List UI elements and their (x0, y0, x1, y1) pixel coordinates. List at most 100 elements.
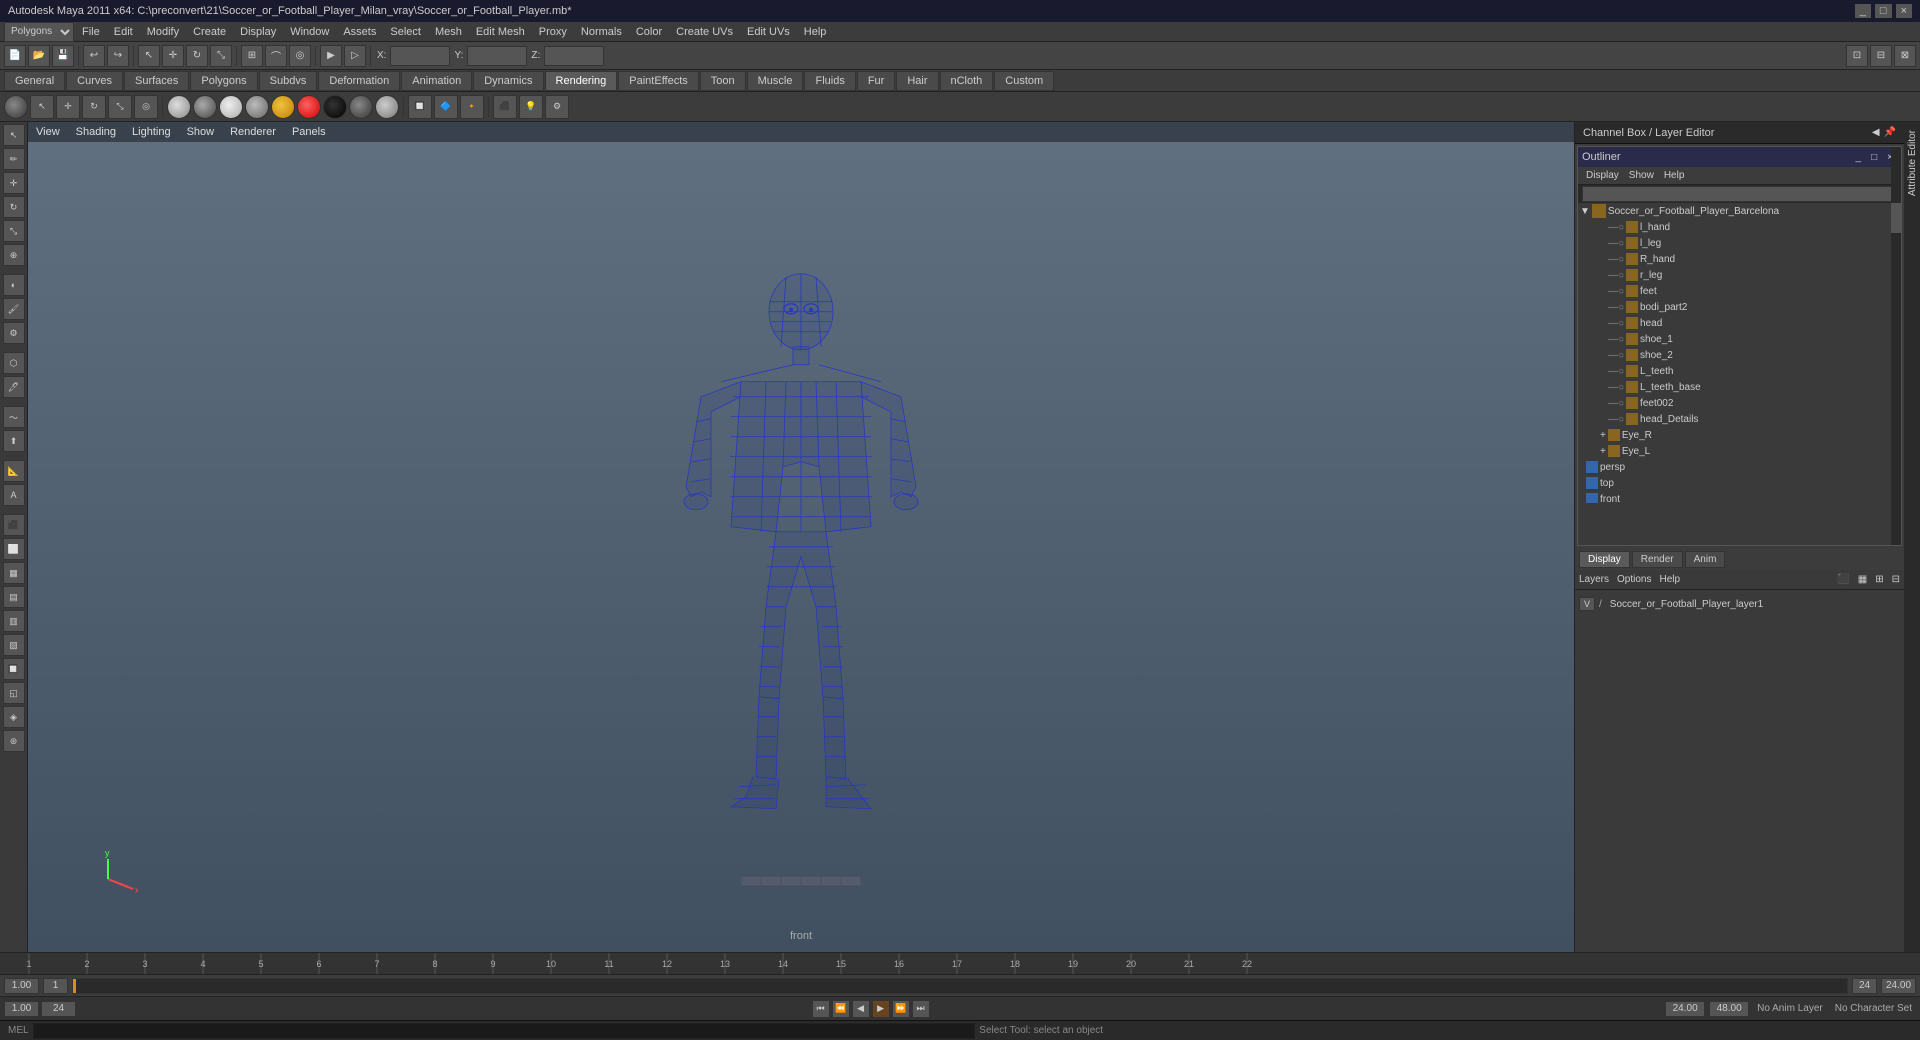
scale-btn[interactable]: ⤡ (210, 45, 232, 67)
max-time-input2[interactable]: 48.00 (1709, 1001, 1749, 1017)
save-file-btn[interactable]: 💾 (52, 45, 74, 67)
layout-btn2[interactable]: ⊟ (1870, 45, 1892, 67)
outliner-item-root[interactable]: ▼ Soccer_or_Football_Player_Barcelona (1578, 203, 1901, 219)
shelf-rotate[interactable]: ↻ (82, 95, 106, 119)
minimize-btn[interactable]: _ (1855, 4, 1871, 18)
tab-fluids[interactable]: Fluids (804, 71, 855, 91)
outliner-scrollbar[interactable] (1891, 147, 1901, 545)
cb-subtab-help[interactable]: Help (1659, 574, 1680, 585)
move-tool[interactable]: ✛ (3, 172, 25, 194)
curve-tool[interactable]: 〜 (3, 406, 25, 428)
shelf-showmanip[interactable]: ⚙ (545, 95, 569, 119)
menu-edit[interactable]: Edit (108, 25, 139, 39)
icon9[interactable]: ◈ (3, 706, 25, 728)
undo-btn[interactable]: ↩ (83, 45, 105, 67)
outliner-item-lleg[interactable]: —○ l_leg (1578, 235, 1901, 251)
viewport-panels-menu[interactable]: Panels (292, 126, 326, 138)
outliner-item-shoe2[interactable]: —○ shoe_2 (1578, 347, 1901, 363)
shelf-hypershade[interactable]: 🔲 (408, 95, 432, 119)
menu-help[interactable]: Help (798, 25, 833, 39)
menu-normals[interactable]: Normals (575, 25, 628, 39)
max-end-input[interactable]: 24.00 (1881, 978, 1916, 994)
step-fwd-btn[interactable]: ⏩ (892, 1000, 910, 1018)
tab-deformation[interactable]: Deformation (318, 71, 400, 91)
shelf-shader6[interactable] (297, 95, 321, 119)
layer-name[interactable]: Soccer_or_Football_Player_layer1 (1606, 599, 1900, 610)
x-input[interactable] (390, 46, 450, 66)
jump-end-btn[interactable]: ⏭ (912, 1000, 930, 1018)
menu-display[interactable]: Display (234, 25, 282, 39)
play-back-btn[interactable]: ◀ (852, 1000, 870, 1018)
y-input[interactable] (467, 46, 527, 66)
current-frame-input[interactable]: 1 (43, 978, 68, 994)
annotate-tool[interactable]: A (3, 484, 25, 506)
open-file-btn[interactable]: 📂 (28, 45, 50, 67)
tab-curves[interactable]: Curves (66, 71, 123, 91)
universal-tool[interactable]: ⊕ (3, 244, 25, 266)
shelf-ipr[interactable]: 🔸 (460, 95, 484, 119)
tab-fur[interactable]: Fur (857, 71, 896, 91)
cb-tab-anim[interactable]: Anim (1685, 551, 1726, 568)
tab-ncloth[interactable]: nCloth (940, 71, 994, 91)
menu-mesh[interactable]: Mesh (429, 25, 468, 39)
menu-select[interactable]: Select (384, 25, 427, 39)
extrude-tool[interactable]: ⬆ (3, 430, 25, 452)
tab-surfaces[interactable]: Surfaces (124, 71, 189, 91)
icon4[interactable]: ▤ (3, 586, 25, 608)
viewport-lighting-menu[interactable]: Lighting (132, 126, 171, 138)
menu-edituvs[interactable]: Edit UVs (741, 25, 796, 39)
outliner-item-headdetails[interactable]: —○ head_Details (1578, 411, 1901, 427)
viewport-show-menu[interactable]: Show (187, 126, 215, 138)
cb-tab-render[interactable]: Render (1632, 551, 1683, 568)
outliner-item-bodi[interactable]: —○ bodi_part2 (1578, 299, 1901, 315)
measure-tool[interactable]: 📐 (3, 460, 25, 482)
icon6[interactable]: ▧ (3, 634, 25, 656)
shelf-arrow[interactable]: ↖ (30, 95, 54, 119)
sculpt[interactable]: 🖌 (3, 298, 25, 320)
shelf-sphere[interactable] (4, 95, 28, 119)
select-btn[interactable]: ↖ (138, 45, 160, 67)
timeline-track[interactable] (72, 978, 1848, 994)
rotate-tool[interactable]: ↻ (3, 196, 25, 218)
icon7[interactable]: 🔲 (3, 658, 25, 680)
shelf-renderview[interactable]: ⬛ (493, 95, 517, 119)
viewport-view-menu[interactable]: View (36, 126, 60, 138)
layout-btn3[interactable]: ⊠ (1894, 45, 1916, 67)
cb-icon4[interactable]: ⊟ (1892, 574, 1900, 585)
cb-icon1[interactable]: ⬛ (1837, 574, 1849, 585)
shelf-render[interactable]: 🔷 (434, 95, 458, 119)
render-current-btn[interactable]: ▶ (320, 45, 342, 67)
cb-tab-display[interactable]: Display (1579, 551, 1630, 568)
menu-window[interactable]: Window (284, 25, 335, 39)
outliner-show-menu[interactable]: Show (1625, 170, 1658, 181)
lasso-select[interactable]: ⬡ (3, 352, 25, 374)
tab-rendering[interactable]: Rendering (545, 71, 618, 91)
outliner-item-feet[interactable]: —○ feet (1578, 283, 1901, 299)
paint-select[interactable]: ✏ (3, 148, 25, 170)
rotate-btn[interactable]: ↻ (186, 45, 208, 67)
move-btn[interactable]: ✛ (162, 45, 184, 67)
shelf-move[interactable]: ✛ (56, 95, 80, 119)
end-frame-input[interactable]: 24 (1852, 978, 1877, 994)
outliner-item-eyer[interactable]: + Eye_R (1578, 427, 1901, 443)
icon2[interactable]: ⬜ (3, 538, 25, 560)
tab-painteffects[interactable]: PaintEffects (618, 71, 699, 91)
paint-tool[interactable]: 🖊 (3, 376, 25, 398)
snap-curve-btn[interactable]: ⌒ (265, 45, 287, 67)
play-fwd-btn[interactable]: ▶ (872, 1000, 890, 1018)
close-btn[interactable]: × (1896, 4, 1912, 18)
jump-start-btn[interactable]: ⏮ (812, 1000, 830, 1018)
menu-createuvs[interactable]: Create UVs (670, 25, 739, 39)
outliner-help-menu[interactable]: Help (1660, 170, 1689, 181)
render-ipr-btn[interactable]: ▷ (344, 45, 366, 67)
shelf-shader3[interactable] (219, 95, 243, 119)
outliner-item-persp[interactable]: persp (1578, 459, 1901, 475)
menu-modify[interactable]: Modify (141, 25, 185, 39)
tab-general[interactable]: General (4, 71, 65, 91)
shelf-shader7[interactable] (323, 95, 347, 119)
shelf-shader4[interactable] (245, 95, 269, 119)
shelf-shader2[interactable] (193, 95, 217, 119)
select-tool[interactable]: ↖ (3, 124, 25, 146)
shelf-shader5[interactable] (271, 95, 295, 119)
outliner-item-lhand[interactable]: —○ l_hand (1578, 219, 1901, 235)
